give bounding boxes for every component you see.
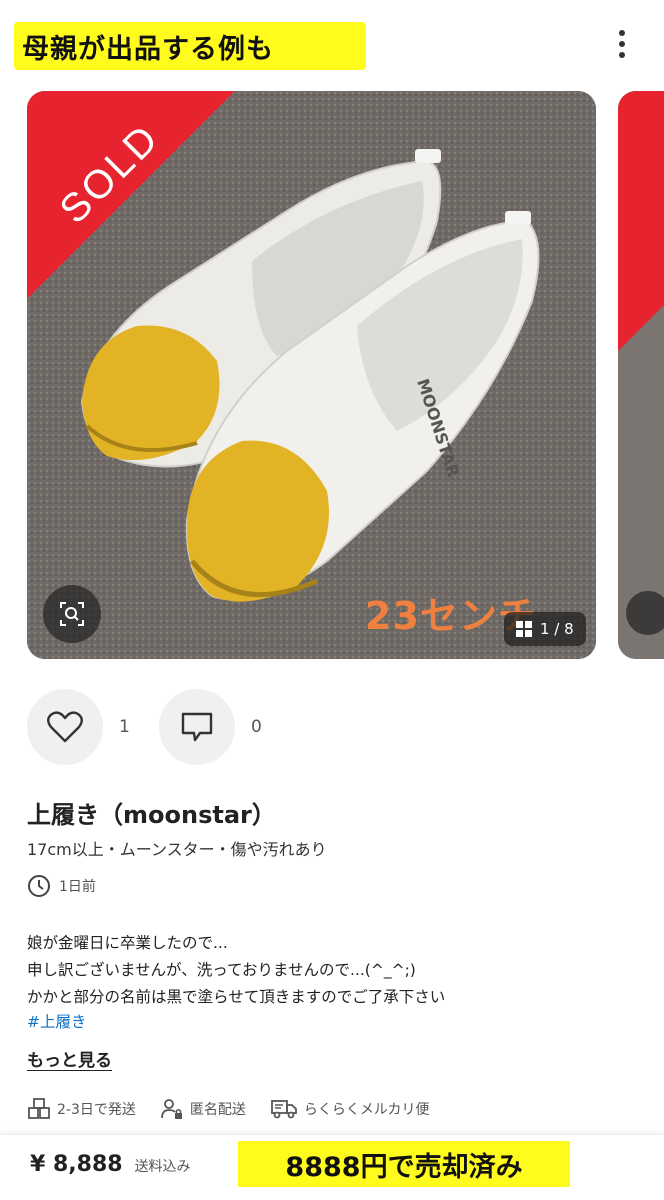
product-image-carousel[interactable]: MOONSTAR SOLD 23センチ 1 / 8	[27, 91, 596, 659]
shipping-anonymous: 匿名配送	[160, 1098, 246, 1120]
image-page-indicator: 1 / 8	[504, 612, 586, 646]
annotation-banner-bottom: 8888円で売却済み	[238, 1141, 570, 1187]
price-block: ¥ 8,888 送料込み	[30, 1152, 191, 1177]
description-line: 申し訳ございませんが、洗っておりませんので...(^_^;)	[27, 961, 416, 979]
next-image-card[interactable]	[618, 91, 664, 659]
anonymous-user-icon	[160, 1099, 182, 1119]
likes-count: 1	[119, 717, 130, 737]
page-indicator-text: 1 / 8	[540, 620, 574, 638]
show-more-link[interactable]: もっと見る	[27, 1046, 112, 1071]
posted-time-row: 1日前	[27, 874, 96, 898]
shipping-days-label: 2-3日で発送	[57, 1102, 136, 1118]
comment-button[interactable]	[159, 689, 235, 765]
hashtag-link[interactable]: #上履き	[27, 1010, 87, 1032]
zoom-button[interactable]	[43, 585, 101, 643]
shipping-included-note: 送料込み	[134, 1159, 191, 1175]
engagement-row: 1 0	[27, 689, 291, 765]
item-description: 娘が金曜日に卒業したので... 申し訳ございませんが、洗っておりませんので...…	[27, 930, 445, 1011]
like-button[interactable]	[27, 689, 103, 765]
item-price: ¥ 8,888	[30, 1152, 123, 1177]
annotation-banner-top: 母親が出品する例も	[14, 22, 366, 70]
clock-icon	[28, 875, 50, 897]
shipping-info-row: 2-3日で発送 匿名配送 らくらくメルカリ便	[27, 1098, 453, 1120]
item-title: 上履き（moonstar）	[27, 801, 276, 829]
shipping-anonymous-label: 匿名配送	[189, 1102, 246, 1118]
box-icon	[28, 1098, 50, 1119]
comment-icon	[181, 712, 213, 742]
more-options-icon[interactable]	[604, 24, 640, 64]
shipping-method-label: らくらくメルカリ便	[303, 1102, 430, 1118]
posted-time: 1日前	[59, 879, 96, 895]
next-product-photo	[618, 91, 664, 659]
description-line: 娘が金曜日に卒業したので...	[27, 934, 228, 952]
shipping-days: 2-3日で発送	[27, 1098, 136, 1120]
comments-count: 0	[251, 717, 262, 737]
heart-icon	[47, 711, 83, 743]
shipping-method: らくらくメルカリ便	[270, 1098, 430, 1120]
sold-ribbon: SOLD	[27, 91, 235, 299]
description-line: かかと部分の名前は黒で塗らせて頂きますのでご了承下さい	[27, 988, 446, 1006]
item-subtitle: 17cm以上・ムーンスター・傷や汚れあり	[27, 840, 327, 859]
zoom-search-icon	[60, 602, 84, 626]
truck-icon	[270, 1100, 297, 1119]
grid-icon	[516, 621, 532, 637]
